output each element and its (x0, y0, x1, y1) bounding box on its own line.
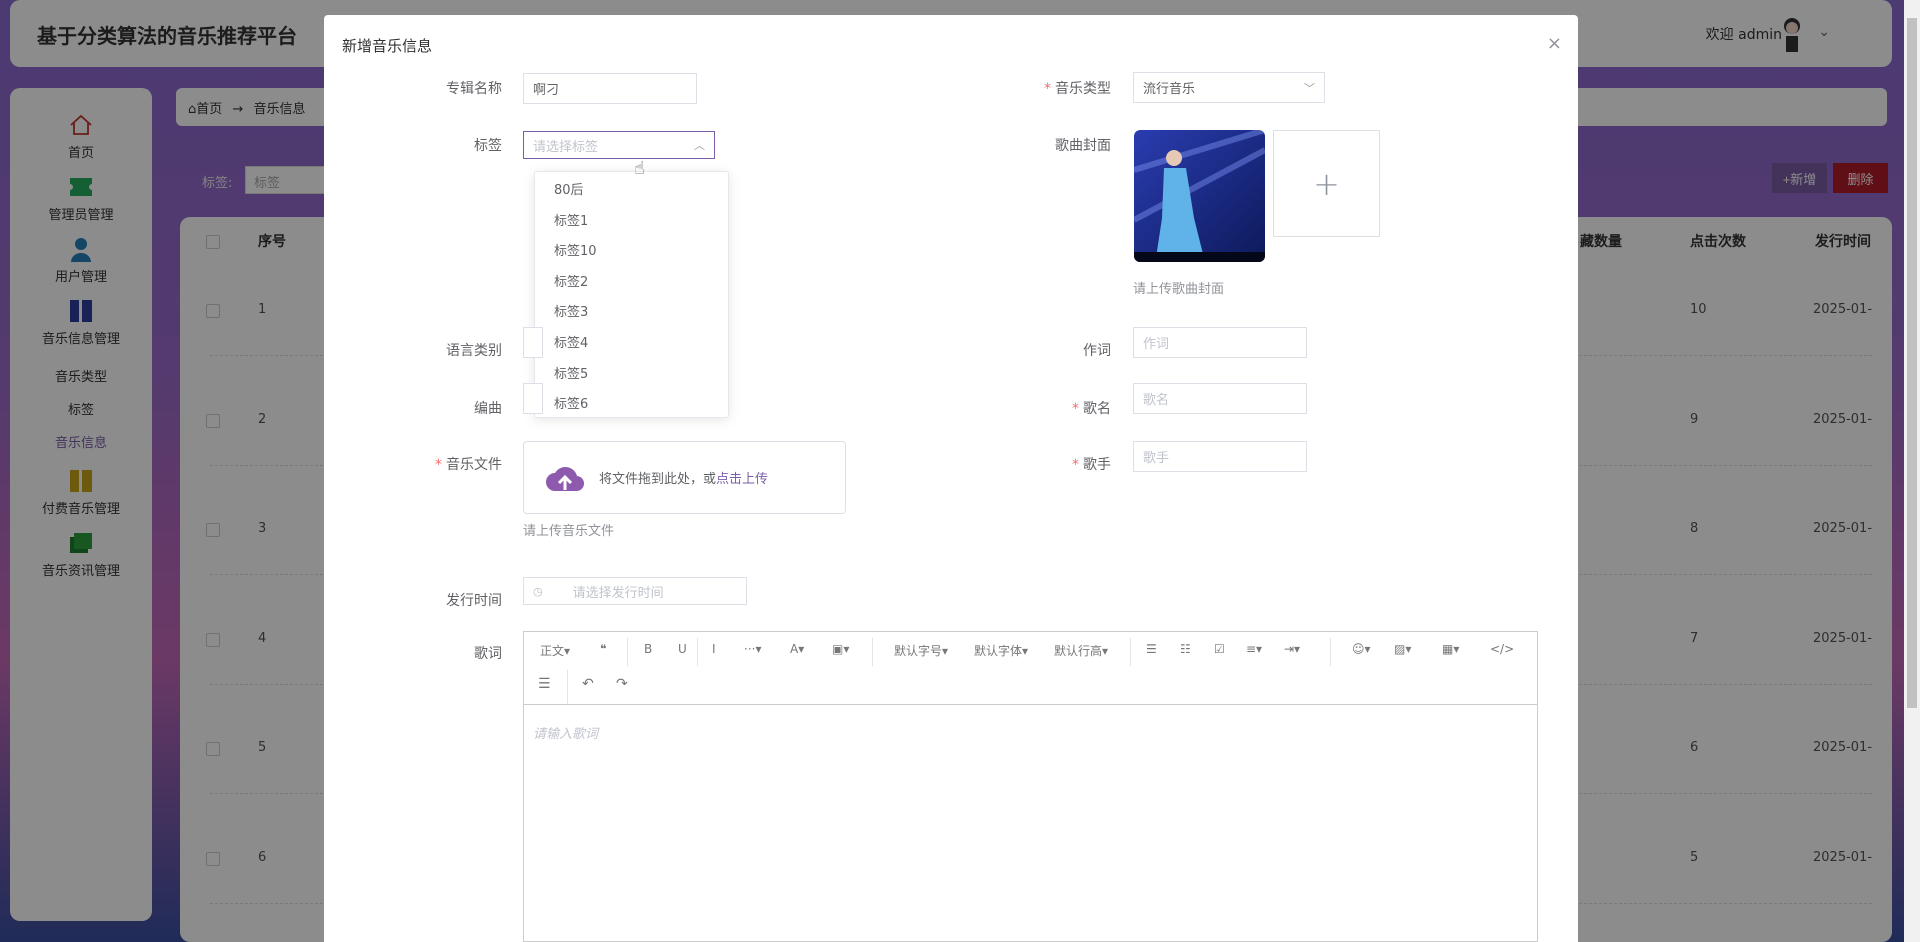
toolbar-button[interactable]: ▦▾ (1442, 642, 1459, 656)
lyrics-editor: 正文▾ ❝ B U I ···▾ A▾ ▣▾ 默认字号▾ 默认字体▾ 默认行高▾ ☰ ☷ ☑ ≡▾ ⇥▾ ☺▾ ▨… (523, 631, 1538, 942)
tag-option[interactable]: 标签2 (535, 268, 728, 299)
arranger-label: 编曲 (474, 401, 502, 417)
lyrics-label: 歌词 (474, 646, 502, 662)
toolbar-button[interactable]: ▣▾ (832, 642, 849, 656)
album-label: 专辑名称 (446, 81, 502, 97)
chevron-up-icon: ︿ (694, 139, 705, 152)
chevron-down-icon: ﹀ (1304, 81, 1315, 95)
toolbar-separator (1330, 638, 1331, 666)
arranger-input[interactable] (523, 383, 543, 414)
toolbar-button[interactable]: ☷ (1180, 642, 1191, 656)
scrollbar[interactable] (1904, 0, 1920, 942)
music-file-hint: 请上传音乐文件 (523, 524, 615, 539)
close-icon[interactable]: × (1547, 33, 1562, 54)
singer-label: 歌手 (951, 454, 1111, 474)
tags-placeholder: 请选择标签 (533, 139, 599, 155)
music-type-select[interactable]: 流行音乐 ﹀ (1133, 72, 1325, 103)
singer-input[interactable]: 歌手 (1133, 441, 1307, 472)
lyricist-input[interactable]: 作词 (1133, 327, 1307, 358)
add-cover-button[interactable]: + (1273, 130, 1380, 237)
toolbar-button[interactable]: ↷ (616, 676, 628, 692)
tag-option[interactable]: 80后 (535, 176, 728, 207)
release-date-picker[interactable]: ◷ 请选择发行时间 (523, 577, 747, 605)
song-name-input[interactable]: 歌名 (1133, 383, 1307, 414)
lyricist-label: 作词 (1083, 343, 1111, 359)
toolbar-separator (567, 670, 568, 704)
music-file-label: 音乐文件 (342, 454, 502, 474)
music-type-label: 音乐类型 (951, 78, 1111, 98)
toolbar-button[interactable]: ▨▾ (1394, 642, 1411, 656)
toolbar-button[interactable]: 默认字号▾ (894, 642, 948, 659)
toolbar-button[interactable]: ☑ (1214, 642, 1225, 656)
drop-text: 将文件拖到此处，或 (599, 472, 717, 487)
toolbar-button[interactable]: ⇥▾ (1284, 642, 1300, 656)
toolbar-button[interactable]: ☰ (1146, 642, 1157, 656)
toolbar-button[interactable]: ❝ (600, 642, 606, 656)
toolbar-button[interactable]: ···▾ (744, 642, 761, 656)
tag-option[interactable]: 标签3 (535, 298, 728, 329)
toolbar-button[interactable]: 正文▾ (540, 642, 570, 659)
release-label: 发行时间 (446, 593, 502, 609)
dialog-title: 新增音乐信息 (342, 37, 433, 55)
release-placeholder: 请选择发行时间 (572, 585, 664, 601)
tag-option[interactable]: 标签1 (535, 207, 728, 238)
album-input[interactable]: 啊刁 (523, 73, 697, 104)
tags-label: 标签 (474, 138, 502, 154)
toolbar-button[interactable]: U (678, 642, 687, 656)
toolbar-button[interactable]: </> (1490, 642, 1514, 656)
tags-dropdown: 80后 标签1 标签10 标签2 标签3 标签4 标签5 标签6 (534, 171, 729, 418)
toolbar-button[interactable]: A▾ (790, 642, 804, 656)
upload-cloud-icon (546, 466, 585, 491)
hand-cursor-icon: ☝ (634, 158, 645, 179)
tag-option[interactable]: 标签6 (535, 390, 728, 417)
toolbar-button[interactable]: ☺▾ (1352, 642, 1371, 656)
toolbar-button[interactable]: I (712, 642, 716, 656)
tag-option[interactable]: 标签5 (535, 360, 728, 391)
cover-hint: 请上传歌曲封面 (1133, 282, 1225, 297)
toolbar-button[interactable]: 默认字体▾ (974, 642, 1028, 659)
toolbar-separator (697, 638, 698, 666)
cover-label: 歌曲封面 (1055, 138, 1111, 154)
tag-option[interactable]: 标签4 (535, 329, 728, 360)
singer-placeholder: 歌手 (1143, 451, 1170, 466)
add-music-dialog: 新增音乐信息 × 专辑名称 啊刁 标签 请选择标签 ︿ 80后 标签1 标签10 标签2… (324, 15, 1578, 942)
song-name-label: 歌名 (951, 398, 1111, 418)
click-upload-link[interactable]: 点击上传 (716, 468, 768, 487)
lyricist-placeholder: 作词 (1143, 337, 1170, 352)
toolbar-separator (872, 638, 873, 666)
tag-option[interactable]: 标签10 (535, 237, 728, 268)
toolbar-separator (627, 638, 628, 666)
language-label: 语言类别 (446, 343, 502, 359)
music-file-upload[interactable]: 将文件拖到此处，或 点击上传 (523, 441, 846, 514)
song-name-placeholder: 歌名 (1143, 393, 1170, 408)
scrollbar-thumb[interactable] (1907, 18, 1917, 708)
lyrics-input[interactable]: 请输入歌词 (533, 723, 598, 742)
toolbar-separator (1130, 638, 1131, 666)
music-type-value: 流行音乐 (1143, 82, 1196, 97)
toolbar-button[interactable]: ↶ (582, 676, 594, 692)
toolbar-button[interactable]: B (644, 642, 652, 656)
toolbar-button[interactable]: 默认行高▾ (1054, 642, 1108, 659)
toolbar-button[interactable]: ≡▾ (1246, 642, 1262, 656)
cover-image[interactable] (1134, 130, 1265, 262)
language-input[interactable] (523, 327, 543, 358)
clock-icon: ◷ (533, 584, 543, 598)
tags-select[interactable]: 请选择标签 ︿ (523, 131, 715, 159)
toolbar-button[interactable]: ☰ (538, 676, 551, 692)
album-value: 啊刁 (533, 83, 560, 98)
